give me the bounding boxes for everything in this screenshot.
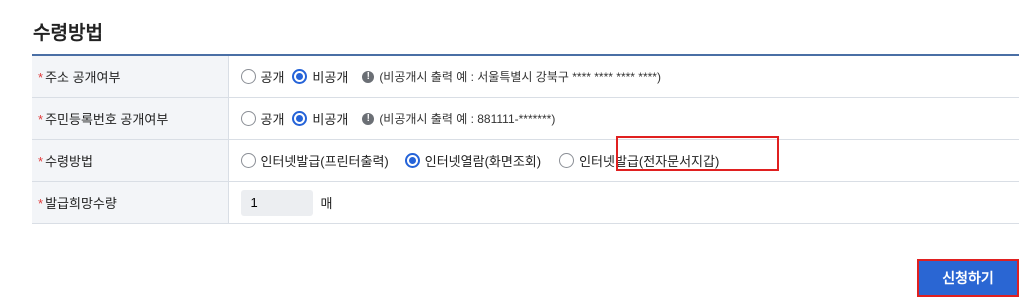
resident-number-disclosure-row: * 주민등록번호 공개여부 공개 비공개 ! (비공개시 출력 예 : 881111… — [32, 97, 1019, 140]
resident-number-public-radio[interactable]: 공개 — [240, 109, 285, 128]
required-mark: * — [38, 154, 44, 169]
address-note: ! (비공개시 출력 예 : 서울특별시 강북구 **** **** **** *… — [362, 68, 661, 85]
radio-label: 인터넷열람(화면조회) — [424, 154, 542, 169]
address-disclosure-label-text: 주소 공개여부 — [45, 70, 121, 85]
submit-button[interactable]: 신청하기 — [936, 267, 1000, 289]
radio-unchecked-icon — [240, 111, 256, 126]
note-text: (비공개시 출력 예 : 881111-*******) — [379, 112, 556, 126]
quantity-input[interactable] — [240, 189, 313, 216]
receipt-form-table: * 주소 공개여부 공개 비공개 ! (비공개시 출력 예 : 서울특별시 강북구 … — [32, 54, 1019, 224]
radio-label: 인터넷발급(전자문서지갑) — [579, 154, 720, 169]
resident-number-disclosure-label: * 주민등록번호 공개여부 — [32, 97, 229, 140]
quantity-row: *발급희망수량 매 — [32, 181, 1019, 224]
radio-label: 인터넷발급(프린터출력) — [260, 154, 389, 169]
receipt-e-wallet-radio[interactable]: 인터넷발급(전자문서지갑) — [559, 151, 719, 170]
radio-label: 공개 — [260, 112, 285, 127]
info-icon: ! — [362, 70, 375, 83]
resident-number-note: ! (비공개시 출력 예 : 881111-*******) — [362, 110, 555, 127]
required-mark: * — [38, 112, 44, 127]
required-mark: * — [38, 196, 44, 211]
radio-checked-icon — [292, 69, 308, 84]
receipt-method-label: * 수령방법 — [32, 139, 229, 182]
radio-label: 비공개 — [312, 70, 349, 85]
quantity-label-text: 발급희망수량 — [45, 196, 117, 211]
radio-unchecked-icon — [240, 69, 256, 84]
quantity-label: * 발급희망수량 — [32, 181, 229, 224]
section-title: 수령방법 — [33, 23, 103, 44]
note-text: (비공개시 출력 예 : 서울특별시 강북구 **** **** **** **… — [379, 70, 661, 84]
receipt-print-radio[interactable]: 인터넷발급(프린터출력) — [240, 151, 389, 170]
required-mark: * — [38, 70, 44, 85]
address-public-radio[interactable]: 공개 — [240, 67, 285, 86]
receipt-method-label-text: 수령방법 — [45, 154, 93, 169]
radio-unchecked-icon — [240, 153, 256, 168]
radio-unchecked-icon — [559, 153, 575, 168]
receipt-screen-view-radio[interactable]: 인터넷열람(화면조회) — [404, 151, 542, 170]
radio-checked-icon — [404, 153, 420, 168]
radio-label: 비공개 — [312, 112, 349, 127]
submit-highlight-box: 신청하기 — [917, 259, 1019, 297]
radio-checked-icon — [292, 111, 308, 126]
quantity-unit: 매 — [320, 196, 333, 211]
receipt-method-row: * 수령방법 인터넷발급(프린터출력) 인터넷열람(화면조회) 인터넷발급(전자문… — [32, 136, 1019, 182]
resident-number-label-text: 주민등록번호 공개여부 — [45, 112, 169, 127]
resident-number-private-radio[interactable]: 비공개 — [292, 109, 348, 128]
address-disclosure-row: * 주소 공개여부 공개 비공개 ! (비공개시 출력 예 : 서울특별시 강북구 … — [32, 55, 1019, 98]
radio-label: 공개 — [260, 70, 285, 85]
address-private-radio[interactable]: 비공개 — [292, 67, 348, 86]
info-icon: ! — [362, 112, 375, 125]
address-disclosure-label: * 주소 공개여부 — [32, 55, 229, 98]
